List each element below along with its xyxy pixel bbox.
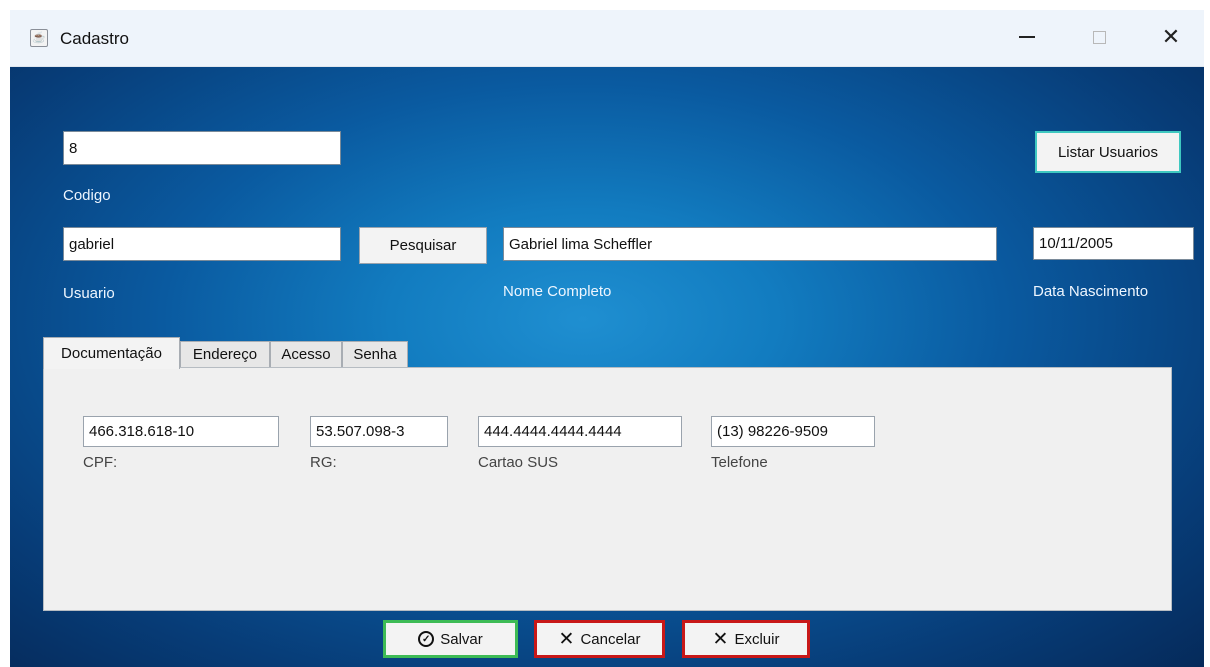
- window-title: Cadastro: [60, 29, 129, 48]
- codigo-label: Codigo: [63, 187, 111, 204]
- codigo-input[interactable]: 8: [63, 131, 341, 165]
- salvar-label: Salvar: [440, 630, 483, 648]
- usuario-input[interactable]: gabriel: [63, 227, 341, 261]
- cartao-sus-label: Cartao SUS: [478, 454, 559, 471]
- minimize-icon: [1019, 36, 1035, 38]
- tab-senha[interactable]: Senha: [342, 341, 408, 367]
- cartao-sus-input[interactable]: 444.4444.4444.4444: [478, 416, 682, 447]
- data-nascimento-label: Data Nascimento: [1033, 283, 1149, 300]
- java-icon: ☕: [30, 29, 48, 47]
- data-nascimento-input[interactable]: 10/11/2005: [1033, 227, 1194, 260]
- rg-label: RG:: [310, 454, 337, 471]
- cpf-input[interactable]: 466.318.618-10: [83, 416, 279, 447]
- tab-documentacao[interactable]: Documentação: [43, 337, 180, 369]
- maximize-button[interactable]: [1076, 20, 1122, 54]
- nome-completo-label: Nome Completo: [503, 283, 612, 300]
- rg-input[interactable]: 53.507.098-3: [310, 416, 448, 447]
- title-bar: ☕ Cadastro ✕: [10, 10, 1204, 67]
- telefone-label: Telefone: [711, 454, 768, 471]
- telefone-input[interactable]: (13) 98226-9509: [711, 416, 875, 447]
- x-icon: ✕: [558, 628, 575, 650]
- salvar-button[interactable]: ✓ Salvar: [383, 620, 518, 658]
- documentacao-panel: 466.318.618-10 CPF: 53.507.098-3 RG: 444…: [43, 367, 1172, 611]
- listar-usuarios-button[interactable]: Listar Usuarios: [1035, 131, 1181, 173]
- tab-acesso[interactable]: Acesso: [270, 341, 342, 367]
- check-circle-icon: ✓: [418, 631, 435, 647]
- x-icon: ✕: [712, 628, 729, 650]
- excluir-button[interactable]: ✕ Excluir: [682, 620, 810, 658]
- form-content: 8 Codigo Listar Usuarios gabriel Usuario…: [10, 67, 1204, 667]
- cancelar-label: Cancelar: [580, 630, 641, 648]
- cadastro-window: ☕ Cadastro ✕ 8 Codigo Listar Usuarios ga…: [10, 10, 1204, 667]
- nome-completo-input[interactable]: Gabriel lima Scheffler: [503, 227, 997, 261]
- excluir-label: Excluir: [734, 630, 780, 648]
- cancelar-button[interactable]: ✕ Cancelar: [534, 620, 665, 658]
- pesquisar-button[interactable]: Pesquisar: [359, 227, 487, 264]
- close-button[interactable]: ✕: [1148, 20, 1194, 54]
- tab-endereco[interactable]: Endereço: [180, 341, 270, 367]
- cpf-label: CPF:: [83, 454, 118, 471]
- maximize-icon: [1092, 30, 1106, 44]
- usuario-label: Usuario: [63, 285, 115, 302]
- close-icon: ✕: [1161, 24, 1181, 49]
- minimize-button[interactable]: [1004, 20, 1050, 54]
